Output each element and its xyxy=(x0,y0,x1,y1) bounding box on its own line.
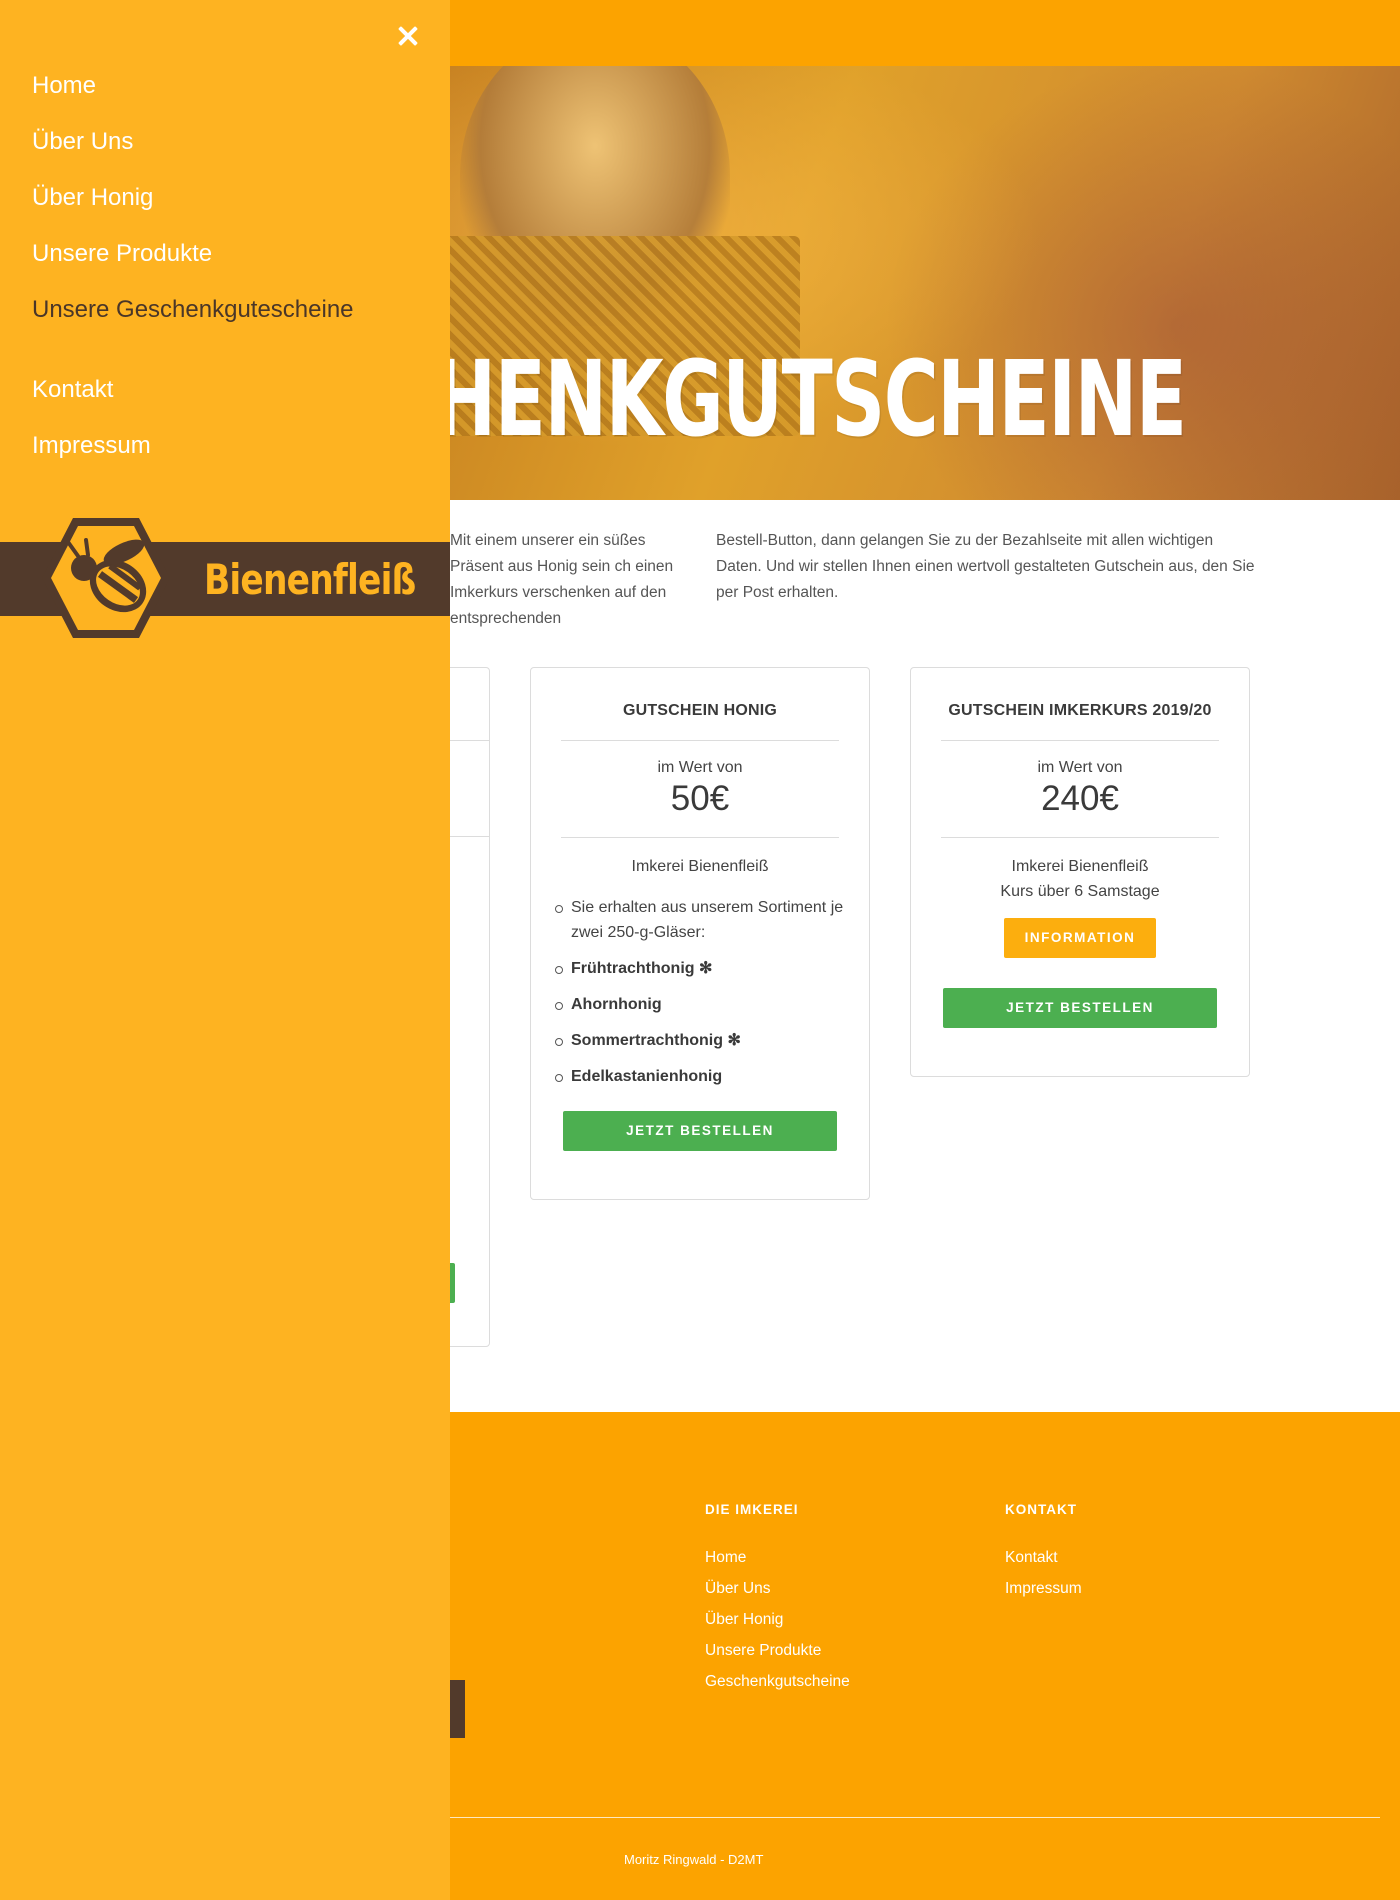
list-item: Sie erhalten aus unserem Sortiment je zw… xyxy=(555,895,869,945)
drawer-nav: Home Über Uns Über Honig Unsere Produkte… xyxy=(32,68,354,484)
list-item: Frühtrachthonig ✻ xyxy=(555,956,869,981)
list-item: Edelkastanienhonig xyxy=(555,1064,869,1089)
course-detail: Kurs über 6 Samstage xyxy=(1000,883,1160,900)
footer-links-kontakt: Kontakt Impressum xyxy=(1005,1542,1082,1604)
logo-text: Bienenfleiß xyxy=(204,555,416,604)
honey-type: Frühtrachthonig ✻ xyxy=(571,960,713,977)
card-divider xyxy=(941,837,1219,838)
footer-link-ueber-uns[interactable]: Über Uns xyxy=(705,1573,850,1604)
price: 240€ xyxy=(1041,779,1119,818)
bee-logo-icon xyxy=(42,518,170,638)
nav-item-geschenkgutscheine[interactable]: Unsere Geschenkguteschein­e xyxy=(32,292,354,348)
nav-item-ueber-uns[interactable]: Über Uns xyxy=(32,124,354,180)
card-divider xyxy=(561,740,839,741)
card-divider xyxy=(561,837,839,838)
footer-link-impressum[interactable]: Impressum xyxy=(1005,1573,1082,1604)
provider-name: Imkerei Bienenfleiß xyxy=(1011,858,1149,875)
nav-item-produkte[interactable]: Unsere Produkte xyxy=(32,236,354,292)
provider-name: Imkerei Bienenfleiß xyxy=(631,858,769,875)
list-item: Ahornhonig xyxy=(555,992,869,1017)
footer-heading-kontakt: KONTAKT xyxy=(1005,1502,1077,1517)
nav-item-ueber-honig[interactable]: Über Honig xyxy=(32,180,354,236)
footer-link-produkte[interactable]: Unsere Produkte xyxy=(705,1635,850,1666)
intro-text-left: Mit einem unserer ein süßes Präsent aus … xyxy=(450,532,674,627)
card-title: GUTSCHEIN IMKERKURS 2019/20 xyxy=(948,702,1212,719)
honey-type: Ahornhonig xyxy=(571,996,662,1013)
card-title: GUTSCHEIN HONIG xyxy=(622,702,778,719)
nav-item-impressum[interactable]: Impressum xyxy=(32,428,354,484)
footer-link-ueber-honig[interactable]: Über Honig xyxy=(705,1604,850,1635)
footer-link-geschenkgutscheine[interactable]: Geschenkgutscheine xyxy=(705,1666,850,1697)
footer-link-kontakt[interactable]: Kontakt xyxy=(1005,1542,1082,1573)
close-icon[interactable] xyxy=(394,22,422,50)
information-button[interactable]: INFORMATION xyxy=(1004,918,1156,958)
page: CHENKGUTSCHEINE Mit einem unserer ein sü… xyxy=(0,0,1400,1900)
price: 50€ xyxy=(670,779,730,818)
order-imkerkurs-button[interactable]: JETZT BESTELLEN xyxy=(943,988,1217,1028)
nav-drawer: Home Über Uns Über Honig Unsere Produkte… xyxy=(0,0,450,1900)
footer-divider xyxy=(450,1817,1380,1818)
nav-item-home[interactable]: Home xyxy=(32,68,354,124)
voucher-card-imkerkurs: GUTSCHEIN IMKERKURS 2019/20 im Wert von … xyxy=(910,667,1250,1077)
honey-type: Sommertrachthonig ✻ xyxy=(571,1032,741,1049)
footer-heading-imkerei: DIE IMKEREI xyxy=(705,1502,799,1517)
footer-links-imkerei: Home Über Uns Über Honig Unsere Produkte… xyxy=(705,1542,850,1697)
intro-text-right: Bestell-Button, dann gelangen Sie zu der… xyxy=(716,532,1255,601)
hero-title: CHENKGUTSCHEINE xyxy=(380,338,1187,460)
honey-type: Edelkastanienhonig xyxy=(571,1068,723,1085)
copyright: Moritz Ringwald - D2MT xyxy=(624,1852,764,1867)
list-item: Sommertrachthonig ✻ xyxy=(555,1028,869,1053)
nav-item-kontakt[interactable]: Kontakt xyxy=(32,372,354,428)
list-item-text: Sie erhalten aus unserem Sortiment je zw… xyxy=(571,899,844,941)
order-honig-button[interactable]: JETZT BESTELLEN xyxy=(563,1111,837,1151)
value-label: im Wert von xyxy=(1037,759,1123,776)
card-divider xyxy=(941,740,1219,741)
value-label: im Wert von xyxy=(657,759,743,776)
voucher-card-honig: GUTSCHEIN HONIG im Wert von 50€ Imkerei … xyxy=(530,667,870,1200)
footer-link-home[interactable]: Home xyxy=(705,1542,850,1573)
product-list: Sie erhalten aus unserem Sortiment je zw… xyxy=(555,895,869,1089)
